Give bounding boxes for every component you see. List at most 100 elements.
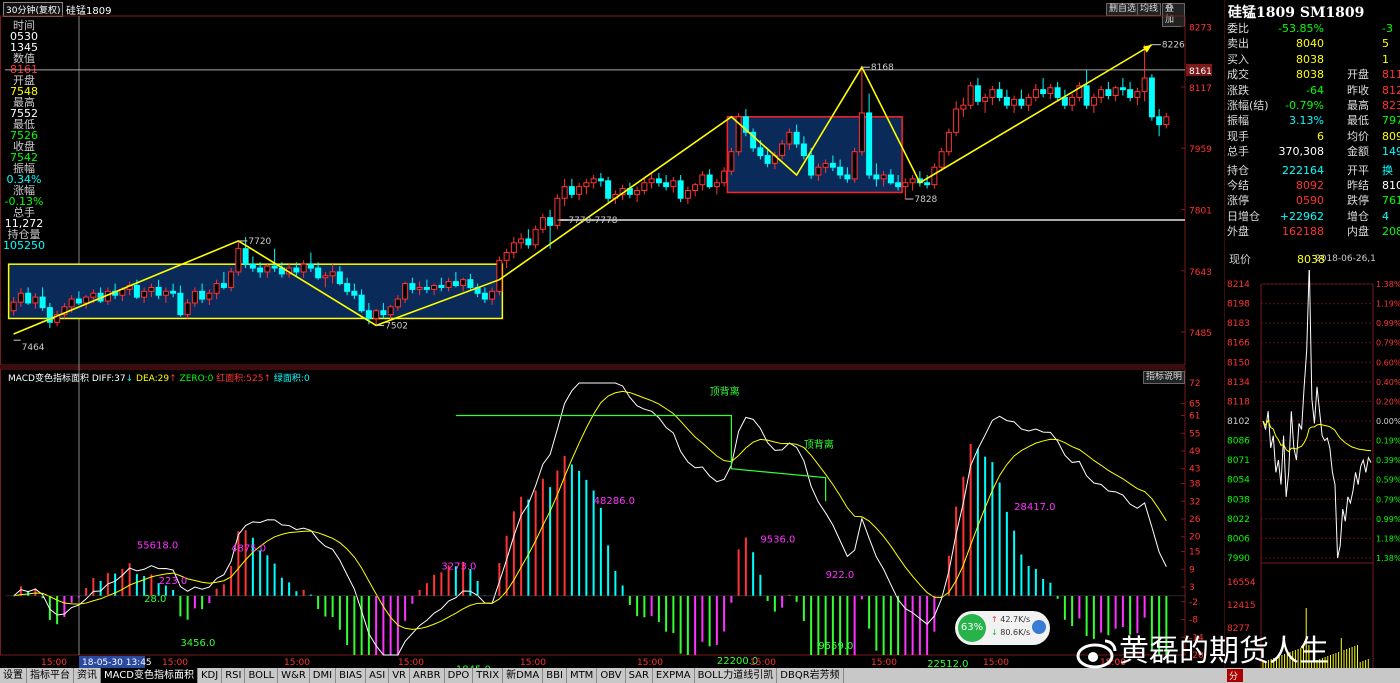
quote-row: 涨幅(结) -0.79% 最高 823: [1227, 98, 1400, 113]
time-label: 15:00: [983, 658, 1009, 668]
tab-indicator[interactable]: KDJ: [198, 668, 223, 683]
red-area-label: 红面积:: [216, 374, 247, 384]
quote-label: 涨幅(结): [1227, 99, 1269, 112]
tab-indicator[interactable]: RSI: [222, 668, 246, 683]
candle: [1163, 112, 1170, 129]
quote-label-2: 开盘: [1347, 68, 1369, 82]
tab-indicator[interactable]: DMI: [310, 668, 337, 683]
candle: [1061, 89, 1068, 110]
candle: [648, 173, 655, 189]
tab-indicator[interactable]: 设置: [0, 668, 27, 683]
quote-value-2: 809: [1382, 129, 1400, 143]
quote-value: 370,308: [1278, 145, 1325, 159]
quote-row: 涨停 0590 跌停 761: [1227, 193, 1400, 208]
tab-indicator[interactable]: 新DMA: [503, 668, 544, 683]
cursor-time-label: 18-05-30 13:45: [82, 658, 152, 668]
quote-value: -64: [1306, 83, 1324, 97]
price-annotation: 7720: [238, 237, 272, 247]
now-price-row: 现价 8038 2018-06-26,1: [1227, 252, 1400, 267]
quote-value: 8038: [1296, 68, 1324, 82]
network-widget[interactable]: 63% ↑ 42.7K/s ↓ 80.6K/s: [955, 611, 1050, 645]
candle: [583, 178, 590, 195]
tab-indicator[interactable]: OBV: [597, 668, 626, 683]
time-label: 15:00: [41, 658, 67, 668]
intraday-mini-chart[interactable]: 8214 1.38% 8198 1.19% 8183 0.99% 8166 0.79% 8150…: [1225, 270, 1400, 683]
candle: [866, 93, 873, 179]
candle: [518, 233, 525, 249]
quote-row: 买入 8038 1: [1227, 52, 1400, 67]
candle: [1090, 93, 1097, 113]
main-chart[interactable]: 8273 8117 7959 7801 7643 7485 8161 7464 7720 750…: [0, 0, 1225, 668]
candle: [271, 248, 278, 272]
price-tick-label: 7485: [1189, 329, 1212, 339]
quote-value: 162188: [1282, 225, 1324, 239]
tab-indicator[interactable]: EXPMA: [653, 668, 695, 683]
tab-indicator[interactable]: MACD变色指标面积: [101, 668, 198, 683]
upload-speed: ↑ 42.7K/s: [991, 615, 1030, 624]
candle: [1003, 89, 1010, 110]
mini-pct-label: 0.79%: [1376, 339, 1400, 348]
quote-label: 涨跌: [1227, 83, 1249, 97]
tab-indicator[interactable]: DPO: [445, 668, 474, 683]
mini-price-label: 8071: [1227, 456, 1250, 466]
quote-row: 卖出 8040 5: [1227, 36, 1400, 51]
tab-indicator[interactable]: ARBR: [410, 668, 445, 683]
mini-price-label: 8134: [1227, 378, 1250, 388]
candle: [1069, 93, 1076, 112]
green-area-label: 绿面积:: [273, 374, 304, 384]
candle: [1141, 44, 1148, 102]
tab-indicator[interactable]: BBI: [543, 668, 567, 683]
diff-value: 37: [114, 374, 126, 384]
tab-indicator[interactable]: ASI: [366, 668, 390, 683]
quote-row: 今结 8092 昨结 810: [1227, 178, 1400, 193]
tab-indicator[interactable]: BIAS: [336, 668, 367, 683]
quote-label: 现手: [1227, 129, 1249, 143]
indicator-help-button[interactable]: 指标说明: [1143, 371, 1186, 384]
quote-label: 今结: [1227, 179, 1249, 192]
tab-indicator[interactable]: TRIX: [473, 668, 504, 683]
candle: [539, 213, 546, 234]
price-tick-label: 7801: [1189, 207, 1212, 217]
quote-row: 成交 8038 开盘 811: [1227, 67, 1400, 82]
quote-row: 日增仓 +22962 增仓 4: [1227, 209, 1400, 224]
macd-tick-label: 26: [1189, 515, 1201, 525]
candle: [1098, 85, 1105, 104]
tab-indicator[interactable]: W&R: [278, 668, 310, 683]
quote-label: 成交: [1227, 68, 1249, 82]
candle: [576, 182, 583, 201]
tab-indicator[interactable]: DBQR岩芳频: [777, 668, 844, 683]
mini-bottom-bar: [1225, 668, 1400, 683]
candle: [1011, 95, 1018, 113]
candle: [663, 174, 670, 191]
price-tick-label: 8117: [1189, 84, 1212, 94]
quote-value: -53.85%: [1278, 22, 1324, 35]
quote-value-2: 换: [1382, 163, 1393, 177]
quote-value-2: 20820: [1382, 225, 1400, 239]
quote-label-2: 最高: [1347, 99, 1369, 112]
time-label: 15:00: [284, 658, 310, 668]
tab-indicator[interactable]: MTM: [567, 668, 598, 683]
quote-row: 持仓 222164 开平换: [1227, 163, 1400, 178]
tab-indicator[interactable]: VR: [389, 668, 411, 683]
macd-area-label: 55618.0: [137, 541, 178, 552]
tab-indicator[interactable]: BOLL力道线引凯: [695, 668, 778, 683]
tab-indicator[interactable]: SAR: [626, 668, 653, 683]
mini-price-label: 8038: [1227, 495, 1250, 505]
mini-avg-line: [1262, 419, 1372, 453]
mini-pct-label: 0.00%: [1376, 417, 1400, 426]
tab-indicator[interactable]: BOLL: [245, 668, 279, 683]
quote-label: 买入: [1227, 52, 1249, 66]
mini-price-label: 8150: [1227, 358, 1250, 368]
tab-indicator[interactable]: 资讯: [74, 668, 101, 683]
macd-area-label: 3456.0: [180, 638, 215, 649]
svg-text:7502: 7502: [385, 321, 408, 331]
time-label: 15:00: [520, 658, 546, 668]
quote-label: 委比: [1227, 22, 1249, 35]
mini-vol-label: 16554: [1227, 578, 1256, 588]
mini-price-label: 8198: [1227, 300, 1250, 310]
svg-text:8226: 8226: [1162, 41, 1185, 51]
zero-value: 0: [207, 374, 214, 384]
time-label: 15:00: [871, 658, 897, 668]
candle: [228, 268, 235, 292]
tab-indicator[interactable]: 指标平台: [27, 668, 74, 683]
